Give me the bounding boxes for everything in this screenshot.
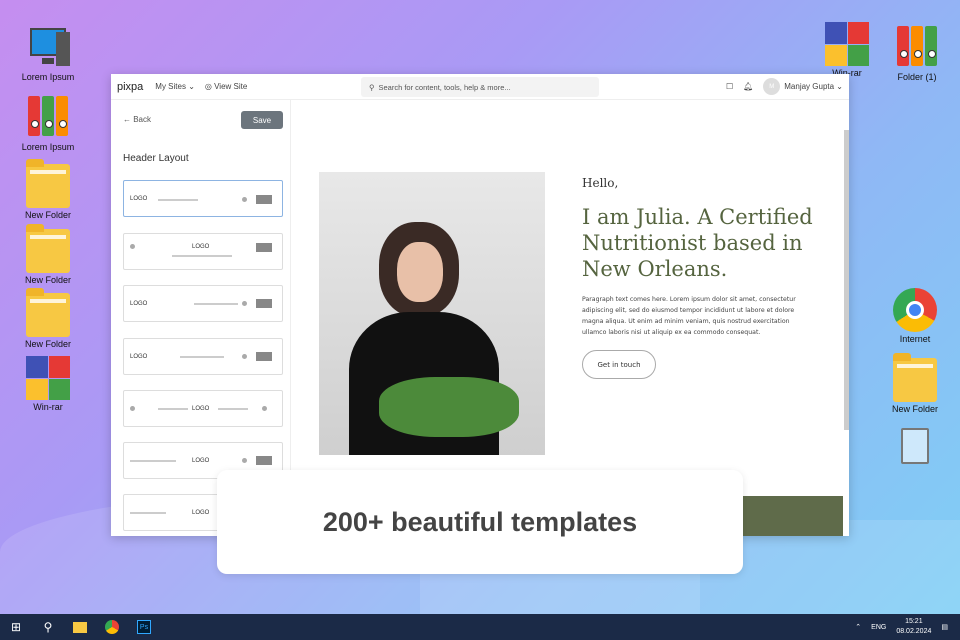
layout-option-2[interactable]: LOGO [123, 233, 283, 270]
pixpa-logo[interactable]: pixpa [117, 81, 143, 93]
hero-heading: I am Julia. A Certified Nutritionist bas… [582, 205, 813, 281]
layout-option-4[interactable]: LOGO [123, 338, 283, 375]
winrar-icon [26, 356, 70, 400]
computer-icon [26, 26, 70, 70]
trash-icon [893, 422, 937, 466]
binders-icon [26, 96, 70, 140]
desktop-icon-folder[interactable]: New Folder [13, 159, 83, 220]
avatar[interactable]: M [763, 78, 781, 95]
language-indicator[interactable]: ENG [871, 624, 886, 631]
tray-chevron-icon[interactable]: ⌃ [855, 623, 861, 631]
desktop-icon-folder[interactable]: New Folder [13, 288, 83, 349]
windows-start-icon[interactable]: ⊞ [0, 614, 32, 640]
desktop-icon-folder[interactable]: New Folder [13, 224, 83, 285]
folder-icon [893, 353, 937, 402]
desktop-icon-winrar[interactable]: Win-rar [13, 356, 83, 412]
winrar-icon [825, 22, 869, 66]
binders-icon [895, 26, 939, 70]
view-site-link[interactable]: ◎ View Site [205, 82, 247, 91]
back-button[interactable]: ← Back [123, 115, 151, 124]
layout-option-1[interactable]: LOGO [123, 180, 283, 217]
logo-label: LOGO [192, 458, 210, 464]
file-explorer-icon[interactable] [64, 614, 96, 640]
chrome-icon[interactable] [96, 614, 128, 640]
desktop-icon-folder-1[interactable]: Folder (1) [882, 26, 952, 82]
desktop-icon-folder[interactable]: New Folder [880, 353, 950, 414]
chrome-icon [893, 288, 937, 332]
scrollbar[interactable] [844, 130, 849, 430]
search-icon: ⚲ [369, 82, 375, 92]
logo-label: LOGO [130, 301, 148, 307]
desktop-icon-binders[interactable]: Lorem Ipsum [13, 96, 83, 152]
logo-label: LOGO [130, 196, 148, 202]
photoshop-icon[interactable]: Ps [128, 614, 160, 640]
desktop-icon-recycle-bin[interactable] [880, 422, 950, 468]
layout-option-3[interactable]: LOGO [123, 285, 283, 322]
logo-label: LOGO [192, 244, 210, 250]
folder-icon [26, 224, 70, 273]
get-in-touch-button[interactable]: Get in touch [582, 350, 656, 379]
pixpa-editor-window: pixpa My Sites ⌄ ◎ View Site ⚲ Search for… [111, 74, 849, 536]
hero-paragraph: Paragraph text comes here. Lorem ipsum d… [582, 296, 796, 336]
user-menu[interactable]: Manjay Gupta ⌄ [784, 82, 843, 91]
logo-label: LOGO [192, 406, 210, 412]
taskbar: ⊞ ⚲ Ps ⌃ ENG 15:21 08.02.2024 ▤ [0, 614, 960, 640]
save-button[interactable]: Save [241, 111, 283, 129]
hello-text: Hello, [582, 176, 619, 190]
desktop-icon-internet[interactable]: Internet [880, 288, 950, 344]
my-sites-menu[interactable]: My Sites ⌄ [155, 82, 195, 91]
logo-label: LOGO [130, 354, 148, 360]
chat-icon[interactable]: ☐ [726, 82, 733, 91]
promo-banner: 200+ beautiful templates [217, 470, 743, 574]
clock[interactable]: 15:21 08.02.2024 [896, 617, 931, 637]
folder-icon [26, 288, 70, 337]
search-icon[interactable]: ⚲ [32, 614, 64, 640]
header-layout-title: Header Layout [123, 153, 189, 164]
desktop-icon-winrar[interactable]: Win-rar [812, 22, 882, 78]
desktop-icon-computer[interactable]: Lorem Ipsum [13, 26, 83, 82]
logo-label: LOGO [192, 510, 210, 516]
layout-option-5[interactable]: LOGO [123, 390, 283, 427]
hero-photo [319, 172, 545, 455]
search-input[interactable]: ⚲ Search for content, tools, help & more.… [361, 77, 599, 97]
notification-icon[interactable]: ▤ [941, 623, 948, 631]
folder-icon [26, 159, 70, 208]
bell-icon[interactable]: 🔔︎ [743, 82, 753, 91]
app-topbar: pixpa My Sites ⌄ ◎ View Site ⚲ Search for… [111, 74, 849, 100]
